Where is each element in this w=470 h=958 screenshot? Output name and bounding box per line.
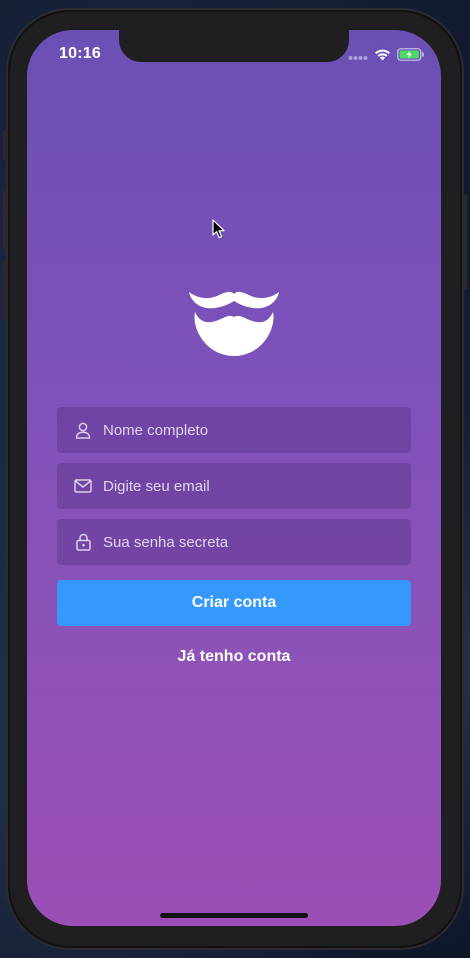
power-button: [463, 195, 467, 290]
email-input[interactable]: [103, 477, 393, 495]
create-account-button[interactable]: Criar conta: [57, 580, 411, 626]
name-input[interactable]: [103, 421, 393, 439]
password-field[interactable]: [57, 519, 411, 565]
battery-charging-icon: [397, 46, 425, 65]
notch: [119, 30, 349, 62]
wifi-icon: [374, 46, 391, 65]
already-have-account-link[interactable]: Já tenho conta: [57, 642, 411, 672]
mustache-beard-icon: [187, 288, 281, 360]
status-time: 10:16: [59, 45, 101, 62]
mute-switch: [3, 130, 7, 160]
signal-dots-icon: [348, 46, 368, 65]
mail-icon: [73, 476, 93, 496]
home-indicator: [160, 913, 308, 918]
volume-up-button: [3, 190, 7, 250]
mouse-cursor-icon: [212, 219, 226, 239]
status-icons: [348, 46, 425, 65]
name-field[interactable]: [57, 407, 411, 453]
user-icon: [73, 420, 93, 440]
email-field[interactable]: [57, 463, 411, 509]
app-screen: 10:16 Nome completo Digite seu email Cri…: [27, 30, 441, 926]
volume-down-button: [3, 260, 7, 320]
lock-icon: [73, 532, 93, 552]
password-input[interactable]: [103, 533, 393, 551]
